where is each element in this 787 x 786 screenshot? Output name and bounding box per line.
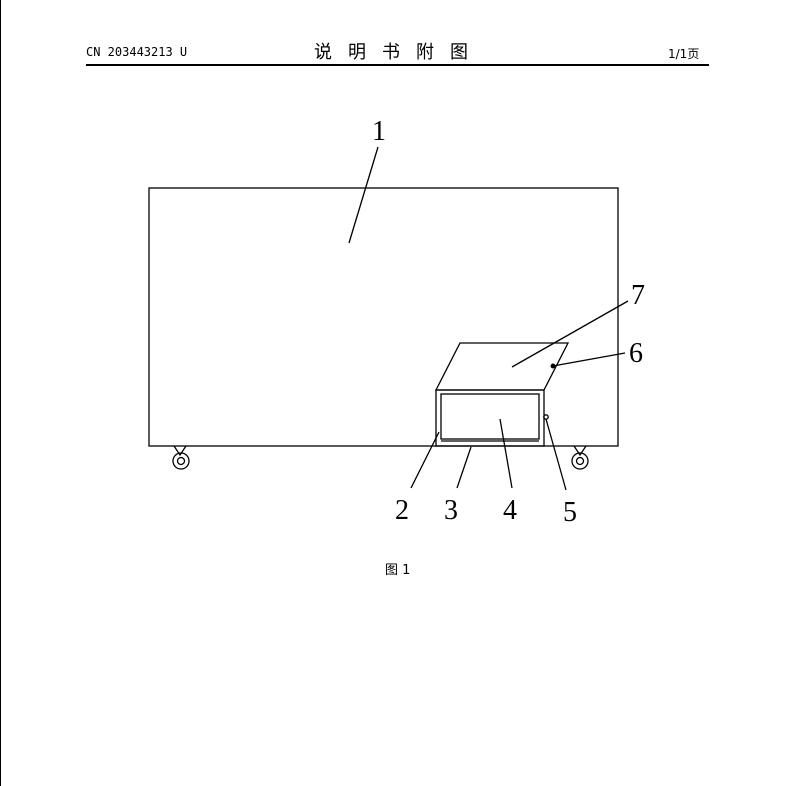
figure-caption: 图 1 [385, 563, 411, 578]
ref-numeral-3: 3 [444, 495, 458, 526]
leader-line-1 [348, 146, 379, 244]
leader-line-7 [511, 300, 629, 368]
drawer-compartment [440, 393, 540, 440]
figure-1-drawing: 1 2 3 4 5 6 7 [148, 116, 645, 528]
ref-numeral-2: 2 [395, 495, 409, 526]
leader-line-2 [410, 431, 440, 489]
leader-line-3 [456, 446, 472, 489]
ref-numeral-1: 1 [372, 116, 386, 147]
ref-numeral-7: 7 [631, 280, 645, 311]
ref-numeral-5: 5 [563, 497, 577, 528]
drawer-frame [435, 389, 545, 447]
lid [434, 342, 570, 391]
right-caster-wheel [571, 445, 589, 470]
ref-numeral-4: 4 [503, 495, 517, 526]
leader-line-6 [552, 352, 626, 367]
left-caster-wheel [172, 445, 190, 470]
cabinet-body [148, 187, 619, 447]
ref-numeral-6: 6 [629, 338, 643, 369]
leader-line-4 [499, 418, 513, 489]
leader-line-5 [545, 418, 567, 491]
